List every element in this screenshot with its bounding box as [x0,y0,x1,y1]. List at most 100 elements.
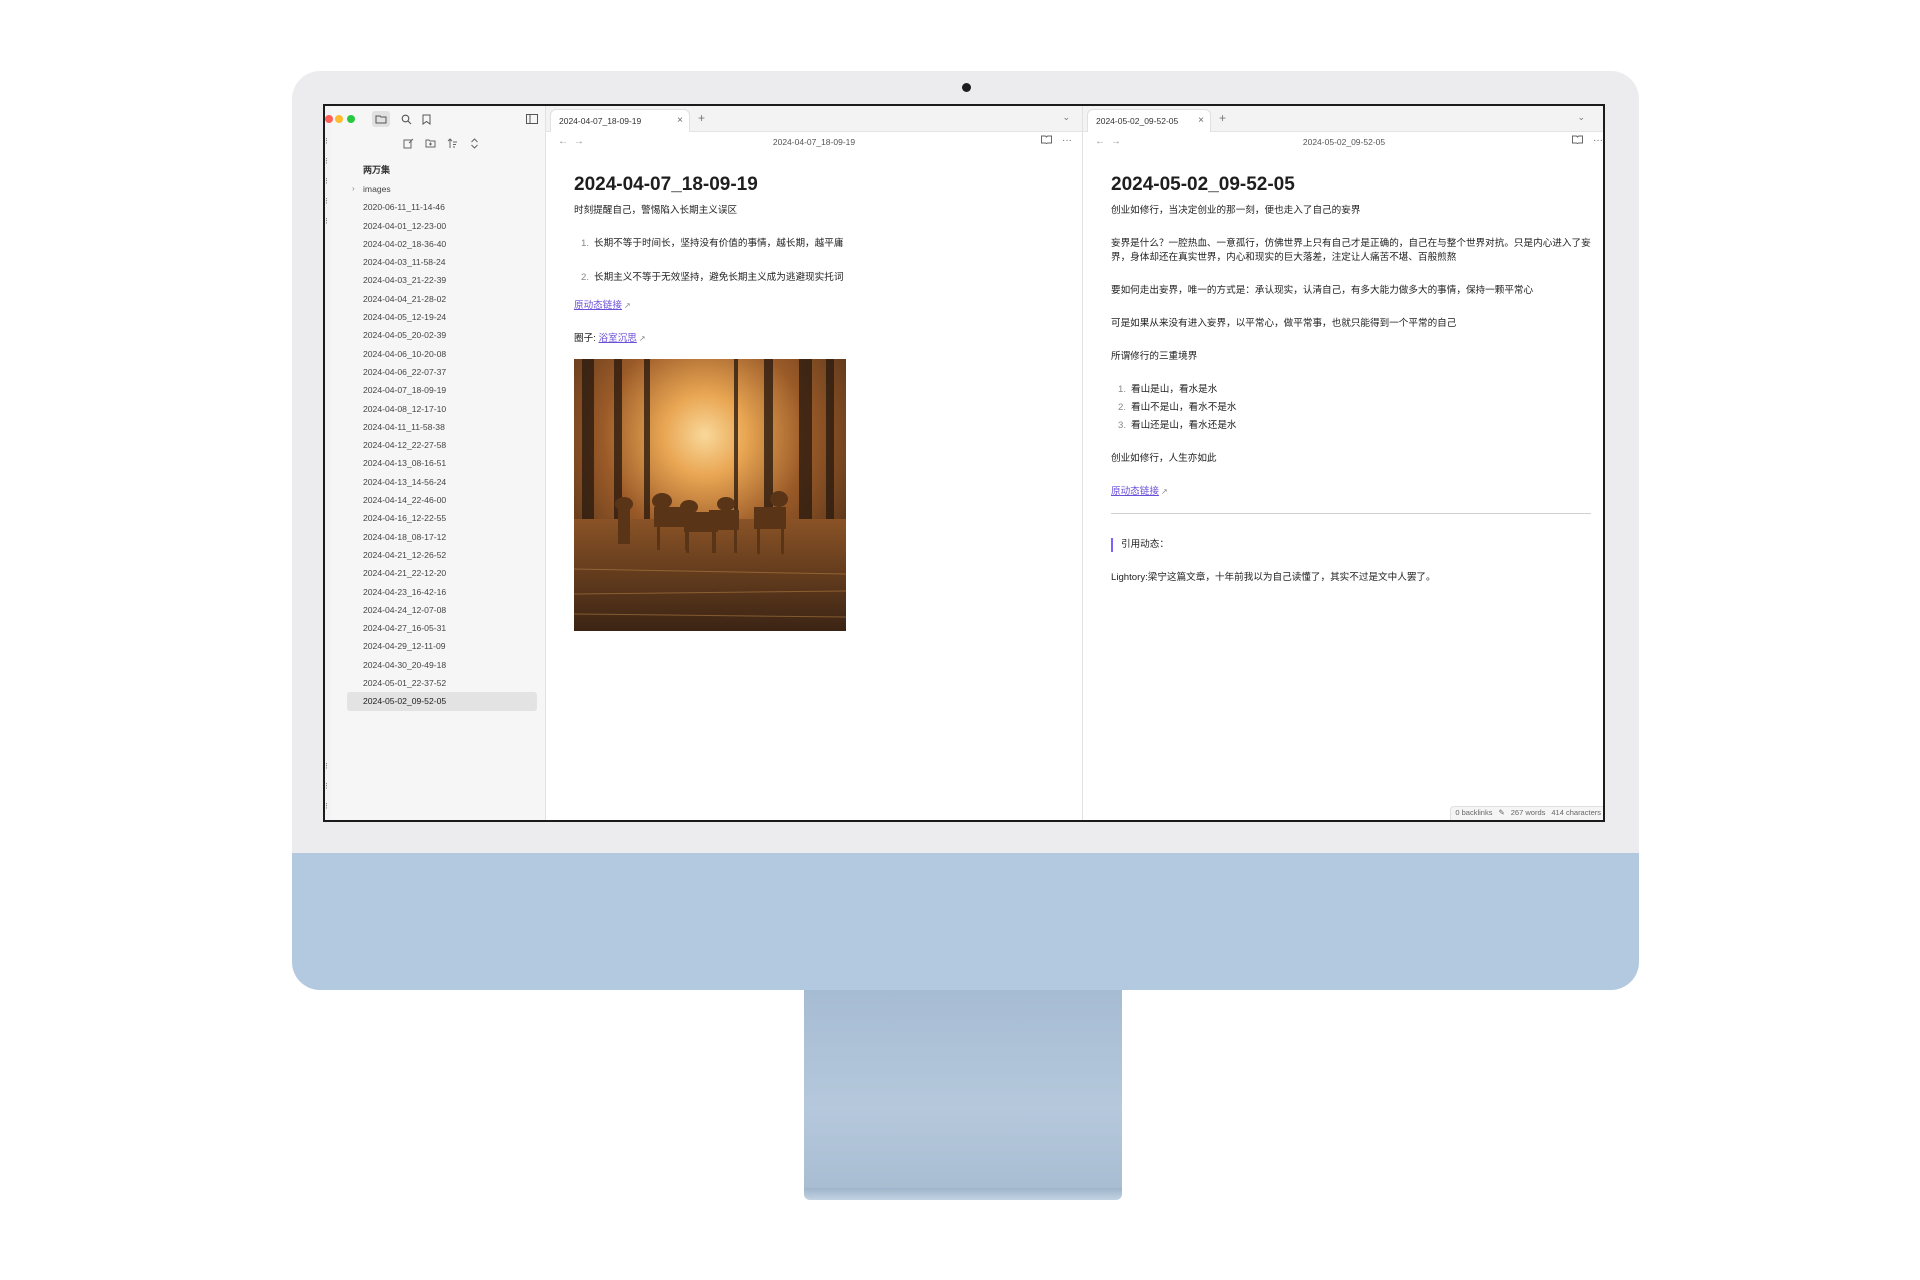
file-item[interactable]: 2024-04-12_22-27-58 [347,436,537,454]
list-number: 1. [580,238,589,249]
list-text: 看山不是山，看水不是水 [1131,402,1237,413]
circle-label: 圈子: [574,333,599,344]
chevron-down-icon[interactable]: ⌄ [1577,112,1585,123]
file-item[interactable]: 2024-04-05_20-02-39 [347,326,537,344]
paragraph: Lightory:梁宁这篇文章，十年前我以为自己读懂了，其实不过是文中人罢了。 [1111,572,1436,583]
chevron-down-icon[interactable]: ⌄ [1062,112,1070,123]
view-header-title[interactable]: 2024-05-02_09-52-05 [1083,137,1603,147]
file-item[interactable]: 2024-05-01_22-37-52 [347,674,537,692]
view-header-title[interactable]: 2024-04-07_18-09-19 [546,137,1082,147]
file-item[interactable]: 2024-04-29_12-11-09 [347,637,537,655]
file-item[interactable]: 2024-04-02_18-36-40 [347,235,537,253]
file-item[interactable]: 2024-05-02_09-52-05 [347,692,537,711]
file-item[interactable]: 2024-04-21_12-26-52 [347,546,537,564]
file-item[interactable]: 2020-06-11_11-14-46 [347,198,537,216]
list-number: 2. [580,272,589,283]
list-item: 3. 看山还是山，看水还是水 [1111,419,1591,433]
file-item[interactable]: 2024-04-30_20-49-18 [347,656,537,674]
view-header: ←→ 2024-05-02_09-52-05 ··· [1083,132,1603,154]
deer-forest-image [574,359,846,631]
close-tab-icon[interactable]: × [677,110,683,132]
backlinks-count[interactable]: 0 backlinks [1455,807,1492,820]
external-link-icon: ↗ [1160,487,1168,496]
file-item[interactable]: 2024-04-16_12-22-55 [347,509,537,527]
external-link-icon: ↗ [623,301,631,310]
file-item[interactable]: 2024-04-06_22-07-37 [347,363,537,381]
reading-mode-icon[interactable] [1041,135,1052,147]
file-item[interactable]: 2024-04-23_16-42-16 [347,583,537,601]
file-item[interactable]: 2024-04-03_11-58-24 [347,253,537,271]
file-item[interactable]: 2024-04-13_14-56-24 [347,473,537,491]
circle-link[interactable]: 浴室沉思 [599,333,637,344]
file-item[interactable]: 2024-04-06_10-20-08 [347,345,537,363]
tab-note[interactable]: 2024-04-07_18-09-19 × [550,109,690,132]
ribbon-icon[interactable]: ⁝ [325,176,328,187]
ribbon-icon[interactable]: ⁝ [325,136,328,147]
file-item[interactable]: 2024-04-07_18-09-19 [347,381,537,399]
close-window-button[interactable] [325,115,333,123]
folder-label: images [363,184,391,194]
file-item[interactable]: 2024-04-21_22-12-20 [347,564,537,582]
ordered-list: 1. 看山是山，看水是水 2. 看山不是山，看水不是水 3. 看山还是山，看水还是水 [1111,383,1591,433]
file-item[interactable]: 2024-04-01_12-23-00 [347,217,537,235]
file-item[interactable]: 2024-04-08_12-17-10 [347,400,537,418]
list-number: 2. [1117,402,1126,413]
file-tree: › images 2020-06-11_11-14-46 2024-04-01_1… [347,180,537,711]
vault-name[interactable]: 两万集 [363,163,390,176]
bookmark-icon[interactable] [417,111,435,127]
minimize-window-button[interactable] [335,115,343,123]
file-item[interactable]: 2024-04-24_12-07-08 [347,601,537,619]
list-item: 2. 长期主义不等于无效坚持，避免长期主义成为逃避现实托词 [574,271,1068,285]
ribbon-icon[interactable]: ⁝ [325,156,328,167]
blockquote: 引用动态： [1111,538,1591,552]
file-item[interactable]: 2024-04-14_22-46-00 [347,491,537,509]
new-note-icon[interactable] [401,136,415,150]
folder-item-images[interactable]: › images [347,180,537,198]
left-ribbon: ⁝ ⁝ ⁝ ⁝ ⁝ ⁝ ⁝ ⁝ [325,106,331,820]
close-tab-icon[interactable]: × [1198,110,1204,132]
file-item[interactable]: 2024-04-04_21-28-02 [347,290,537,308]
ordered-list: 1. 长期不等于时间长，坚持没有价值的事情，越长期，越平庸 2. 长期主义不等于无效… [574,237,1068,285]
sidebar-toggle-icon[interactable] [523,111,541,127]
file-item[interactable]: 2024-04-05_12-19-24 [347,308,537,326]
file-item[interactable]: 2024-04-27_16-05-31 [347,619,537,637]
new-tab-button[interactable]: + [1219,111,1226,125]
ribbon-icon[interactable]: ⁝ [325,216,328,227]
view-header: ←→ 2024-04-07_18-09-19 ··· [546,132,1082,154]
tab-note[interactable]: 2024-05-02_09-52-05 × [1087,109,1211,132]
list-item: 2. 看山不是山，看水不是水 [1111,401,1591,415]
paragraph: 创业如修行，当决定创业的那一刻，便也走入了自己的妄界 [1111,205,1361,216]
file-item[interactable]: 2024-04-03_21-22-39 [347,271,537,289]
more-options-icon[interactable]: ··· [1593,135,1603,147]
imac-stand [804,990,1122,1188]
note-content: 2024-04-07_18-09-19 时刻提醒自己，警惕陷入长期主义误区 1.… [574,174,1068,631]
file-item[interactable]: 2024-04-11_11-58-38 [347,418,537,436]
ribbon-icon[interactable]: ⁝ [325,781,328,792]
edit-pencil-icon[interactable]: ✎ [1498,807,1504,820]
paragraph: 要如何走出妄界，唯一的方式是：承认现实，认清自己，有多大能力做多大的事情，保持一… [1111,285,1534,296]
zoom-window-button[interactable] [347,115,355,123]
ribbon-icon[interactable]: ⁝ [325,196,328,207]
collapse-all-icon[interactable] [467,136,481,150]
original-post-link[interactable]: 原动态链接 [1111,486,1159,497]
file-item[interactable]: 2024-04-13_08-16-51 [347,454,537,472]
new-folder-icon[interactable] [423,136,437,150]
sort-icon[interactable] [445,136,459,150]
paragraph: 创业如修行，人生亦如此 [1111,453,1217,464]
word-count: 267 words [1510,808,1546,817]
reading-mode-icon[interactable] [1572,135,1583,147]
note-content: 2024-05-02_09-52-05 创业如修行，当决定创业的那一刻，便也走入… [1111,174,1591,604]
file-explorer-toolbar [401,136,481,150]
search-icon[interactable] [397,111,415,127]
note-title: 2024-05-02_09-52-05 [1111,174,1295,195]
ribbon-icon[interactable]: ⁝ [325,761,328,772]
horizontal-rule [1111,513,1591,514]
new-tab-button[interactable]: + [698,111,705,125]
ribbon-icon[interactable]: ⁝ [325,801,328,812]
original-post-link[interactable]: 原动态链接 [574,300,622,311]
more-options-icon[interactable]: ··· [1062,135,1072,147]
folder-icon[interactable] [372,111,390,127]
paragraph: 原动态链接 ↗ [1111,485,1591,499]
imac-stand-foot [804,1188,1122,1200]
file-item[interactable]: 2024-04-18_08-17-12 [347,528,537,546]
